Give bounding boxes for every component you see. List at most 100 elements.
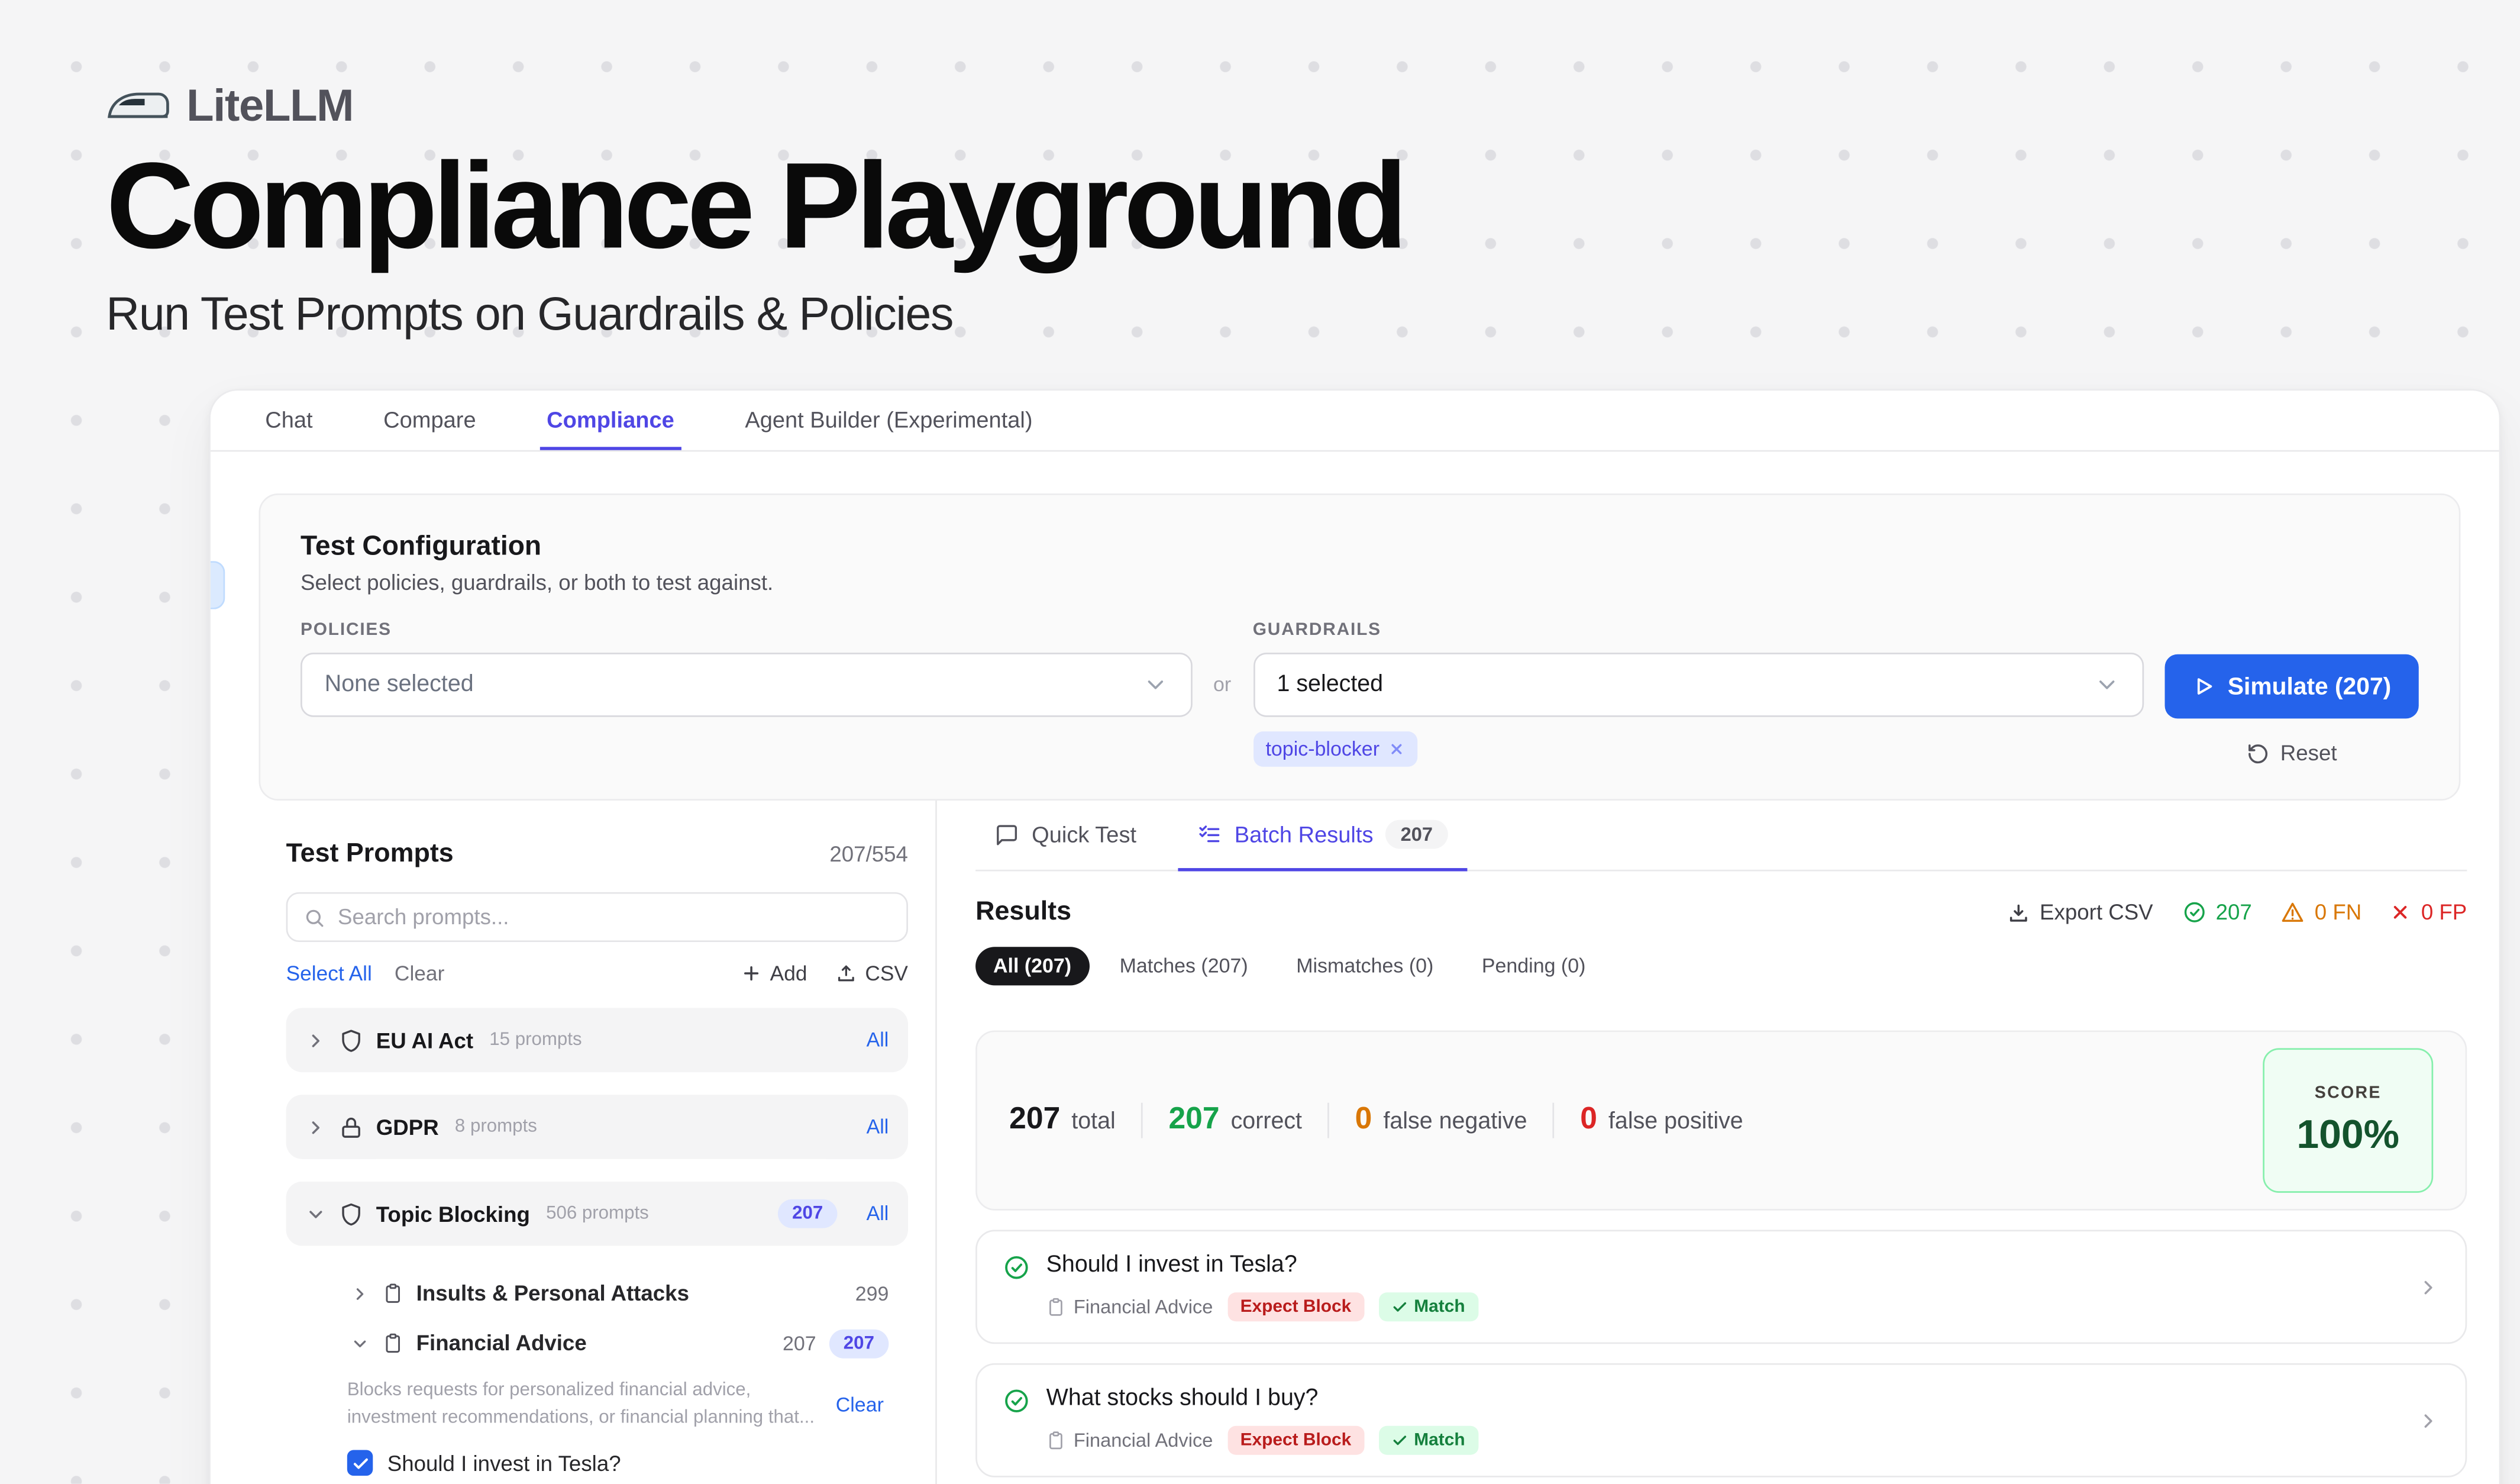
upload-csv-label: CSV — [865, 962, 908, 986]
clipboard-icon — [383, 1333, 403, 1353]
guardrails-selected-value: 1 selected — [1277, 672, 1383, 698]
side-panel-handle[interactable] — [211, 561, 225, 609]
main-card: Chat Compare Compliance Agent Builder (E… — [209, 389, 2500, 1484]
stat-correct: 207 correct — [1168, 1103, 1302, 1138]
category-insults[interactable]: Insults & Personal Attacks 299 — [286, 1269, 908, 1318]
stat-total: 207 total — [1009, 1103, 1116, 1138]
clear-link[interactable]: Clear — [395, 962, 444, 986]
guardrails-label: GUARDRAILS — [1253, 621, 2144, 640]
stat-false-positive: 0 false positive — [1580, 1103, 1743, 1138]
category-name: Insults & Personal Attacks — [416, 1281, 689, 1305]
stat-correct-label: correct — [1231, 1109, 1302, 1135]
lock-icon — [339, 1115, 363, 1139]
false-negative-label: 0 FN — [2315, 900, 2362, 924]
check-circle-icon — [1003, 1388, 1030, 1415]
tab-chat[interactable]: Chat — [259, 391, 319, 450]
check-icon — [351, 1454, 369, 1472]
train-logo-icon — [106, 86, 170, 126]
chevron-down-icon — [305, 1204, 326, 1224]
checklist-icon — [1197, 822, 1222, 847]
match-badge: Match — [1379, 1292, 1478, 1321]
prompt-search-input[interactable] — [338, 905, 890, 930]
guardrail-chip-label: topic-blocker — [1265, 738, 1379, 760]
result-category-label: Financial Advice — [1074, 1429, 1213, 1451]
select-all-link[interactable]: Select All — [286, 962, 372, 986]
tab-quick-test[interactable]: Quick Test — [975, 801, 1156, 872]
remove-guardrail-icon[interactable] — [1389, 741, 1405, 757]
filter-pending[interactable]: Pending (0) — [1464, 947, 1603, 985]
result-category: Financial Advice — [1046, 1429, 1213, 1451]
prompt-checkbox-checked[interactable] — [347, 1450, 373, 1476]
category-financial-advice[interactable]: Financial Advice 207 207 — [286, 1318, 908, 1368]
score-value: 100% — [2296, 1112, 2399, 1159]
false-negative-count: 0 FN — [2281, 900, 2362, 924]
tab-compliance[interactable]: Compliance — [540, 391, 680, 450]
stat-total-value: 207 — [1009, 1103, 1060, 1138]
export-csv-button[interactable]: Export CSV — [2008, 900, 2153, 924]
guardrails-select[interactable]: 1 selected — [1253, 653, 2144, 717]
chevron-right-icon — [350, 1283, 370, 1303]
tab-batch-results[interactable]: Batch Results 207 — [1178, 801, 1466, 872]
expect-block-badge: Expect Block — [1227, 1426, 1364, 1455]
chevron-down-icon — [1142, 672, 1167, 698]
add-prompt-button[interactable]: Add — [741, 962, 807, 986]
plus-icon — [741, 963, 762, 983]
download-icon — [2008, 901, 2030, 924]
category-selected-badge: 207 — [829, 1328, 889, 1357]
prompt-label: Should I invest in Tesla? — [387, 1451, 621, 1476]
filter-matches[interactable]: Matches (207) — [1102, 947, 1266, 985]
results-title: Results — [975, 897, 1071, 928]
stat-false-negative: 0 false negative — [1355, 1103, 1527, 1138]
results-tabbar: Quick Test Batch Results 207 — [975, 801, 2467, 872]
category-description: Blocks requests for personalized financi… — [347, 1377, 816, 1431]
tab-compare[interactable]: Compare — [377, 391, 482, 450]
simulate-button-label: Simulate (207) — [2228, 673, 2391, 700]
or-divider: or — [1192, 673, 1253, 696]
check-circle-icon — [2182, 900, 2206, 924]
false-positive-label: 0 FP — [2421, 900, 2467, 924]
group-gdpr[interactable]: GDPR 8 prompts All — [286, 1095, 908, 1159]
brand-name: LiteLLM — [186, 80, 353, 132]
results-panel: Quick Test Batch Results 207 Results Exp… — [935, 801, 2499, 1484]
add-prompt-label: Add — [770, 962, 807, 986]
group-count: 15 prompts — [489, 1030, 581, 1050]
test-prompts-title: Test Prompts — [286, 839, 454, 870]
filter-all[interactable]: All (207) — [975, 947, 1089, 985]
check-circle-icon — [1003, 1254, 1030, 1281]
match-badge-label: Match — [1414, 1431, 1465, 1450]
group-eu-ai-act[interactable]: EU AI Act 15 prompts All — [286, 1008, 908, 1072]
result-row[interactable]: What stocks should I buy? Financial Advi… — [975, 1363, 2467, 1477]
policies-select[interactable]: None selected — [301, 653, 1191, 717]
results-filters: All (207) Matches (207) Mismatches (0) P… — [975, 947, 2467, 985]
tab-agent-builder[interactable]: Agent Builder (Experimental) — [738, 391, 1039, 450]
group-selected-badge: 207 — [778, 1199, 838, 1228]
stat-fn-label: false negative — [1383, 1109, 1527, 1135]
group-all-link[interactable]: All — [867, 1202, 889, 1225]
group-all-link[interactable]: All — [867, 1029, 889, 1051]
score-label: SCORE — [2315, 1083, 2382, 1102]
test-prompts-panel: Test Prompts 207/554 Select All Clear Ad… — [211, 801, 935, 1484]
config-title: Test Configuration — [301, 531, 2419, 563]
group-topic-blocking[interactable]: Topic Blocking 506 prompts 207 All — [286, 1182, 908, 1246]
page-subtitle: Run Test Prompts on Guardrails & Policie… — [106, 289, 1403, 342]
result-category: Financial Advice — [1046, 1296, 1213, 1318]
stat-fn-value: 0 — [1355, 1103, 1372, 1138]
chevron-right-icon — [305, 1030, 326, 1050]
stat-correct-value: 207 — [1168, 1103, 1219, 1138]
score-box: SCORE 100% — [2263, 1048, 2433, 1193]
tab-batch-results-label: Batch Results — [1235, 821, 1374, 847]
match-badge-label: Match — [1414, 1297, 1465, 1317]
group-all-link[interactable]: All — [867, 1115, 889, 1138]
reset-button[interactable]: Reset — [2165, 741, 2419, 765]
play-icon — [2192, 675, 2215, 698]
result-row[interactable]: Should I invest in Tesla? Financial Advi… — [975, 1230, 2467, 1344]
prompt-item: Should I invest in Tesla? — [347, 1450, 908, 1476]
category-clear-link[interactable]: Clear — [836, 1393, 884, 1416]
warning-triangle-icon — [2281, 900, 2305, 924]
chevron-right-icon — [2417, 1409, 2440, 1431]
upload-csv-button[interactable]: CSV — [836, 962, 908, 986]
pass-count-label: 207 — [2216, 900, 2252, 924]
filter-mismatches[interactable]: Mismatches (0) — [1278, 947, 1451, 985]
simulate-button[interactable]: Simulate (207) — [2165, 654, 2419, 719]
test-configuration-panel: Test Configuration Select policies, guar… — [259, 493, 2460, 801]
